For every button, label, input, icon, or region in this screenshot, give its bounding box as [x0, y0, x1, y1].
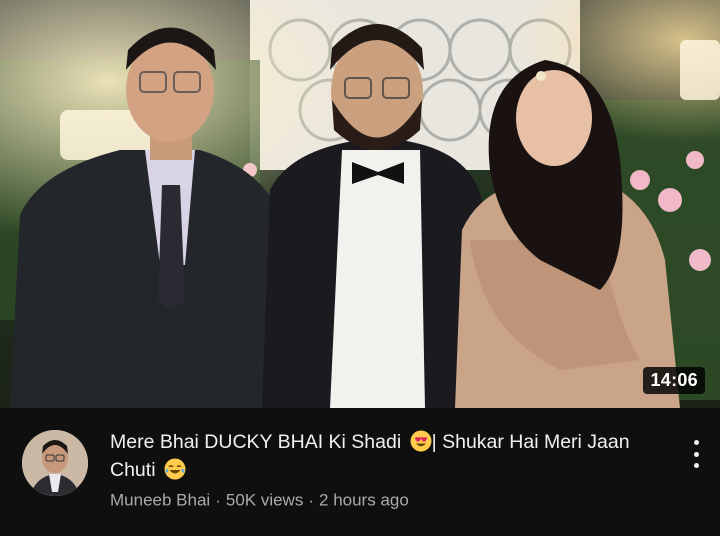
video-metadata: Mere Bhai DUCKY BHAI Ki Shadi | Shukar H…	[0, 408, 720, 536]
thumbnail-image	[0, 0, 720, 408]
separator: ·	[308, 490, 315, 510]
channel-name[interactable]: Muneeb Bhai	[110, 491, 210, 510]
video-card: 14:06 Mere Bhai DUCKY BHAI Ki Shadi | Sh…	[0, 0, 720, 536]
channel-avatar[interactable]	[22, 430, 88, 496]
avatar-image	[22, 430, 88, 496]
title-text-1: Mere Bhai DUCKY BHAI Ki Shadi	[110, 431, 407, 453]
video-thumbnail[interactable]: 14:06	[0, 0, 720, 408]
dot	[693, 451, 699, 457]
video-title[interactable]: Mere Bhai DUCKY BHAI Ki Shadi | Shukar H…	[110, 428, 670, 484]
duration-badge: 14:06	[643, 367, 705, 394]
view-count: 50K views	[225, 490, 304, 510]
dot	[693, 440, 699, 445]
separator: ·	[215, 490, 221, 510]
heart-eyes-emoji-icon	[410, 430, 432, 452]
more-vertical-icon[interactable]	[684, 436, 708, 472]
upload-age: 2 hours ago	[319, 490, 409, 510]
tears-of-joy-emoji-icon	[164, 458, 186, 480]
dot	[693, 463, 699, 468]
video-subtitle: Muneeb Bhai · 50K views · 2 hours ago	[110, 490, 409, 511]
